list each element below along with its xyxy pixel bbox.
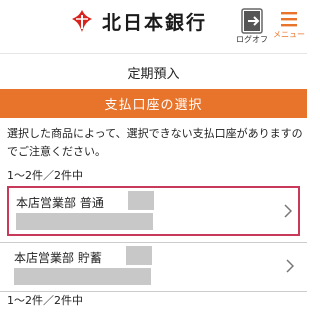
logoff-label: ログオフ <box>236 35 268 44</box>
redacted-account-number <box>126 246 152 265</box>
result-count-bottom: 1〜2件／2件中 <box>7 294 83 307</box>
account-item-chochiku[interactable]: 本店営業部 貯蓄 <box>7 243 300 293</box>
account-label: 本店営業部 普通 <box>16 196 104 210</box>
hamburger-menu-icon <box>281 12 297 27</box>
header: 北日本銀行 ログオフ メニュー <box>0 0 307 47</box>
redacted-account-detail <box>16 213 153 230</box>
logoff-icon <box>241 8 263 34</box>
notice-text: 選択した商品によって、選択できない支払口座がありますのでご注意ください。 <box>7 127 303 158</box>
bank-name: 北日本銀行 <box>102 11 208 34</box>
chevron-right-icon <box>286 259 294 273</box>
account-item-futsu[interactable]: 本店営業部 普通 <box>7 186 300 236</box>
section-title: 支払口座の選択 <box>104 98 203 113</box>
account-label: 本店営業部 貯蓄 <box>14 251 102 265</box>
page-title-bar: 定期預入 <box>0 53 307 90</box>
bank-logo: 北日本銀行 <box>68 6 207 36</box>
bank-logo-icon <box>72 10 92 32</box>
logoff-button[interactable]: ログオフ <box>234 8 270 46</box>
result-count-top: 1〜2件／2件中 <box>7 169 83 182</box>
section-header: 支払口座の選択 <box>0 89 307 118</box>
page-title: 定期預入 <box>127 66 180 82</box>
redacted-account-number <box>128 191 154 210</box>
chevron-right-icon <box>284 204 292 218</box>
app-root: 北日本銀行 ログオフ メニュー 定期預入 支払口座の選択 選択した商品によって、… <box>0 0 307 325</box>
redacted-account-detail <box>14 268 151 285</box>
list-divider <box>0 291 307 292</box>
menu-label: メニュー <box>273 30 305 39</box>
menu-button[interactable]: メニュー <box>272 10 306 46</box>
